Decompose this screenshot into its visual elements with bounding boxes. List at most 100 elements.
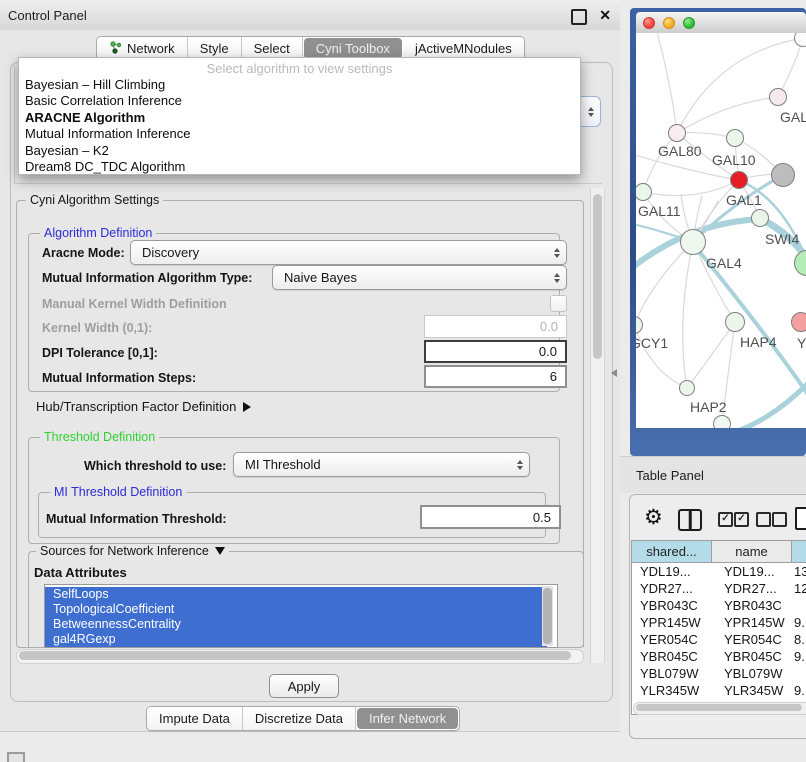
which-threshold-combo[interactable]: MI Threshold	[233, 452, 530, 477]
network-node-gal10[interactable]	[726, 129, 744, 147]
manual-kernel-checkbox[interactable]	[550, 295, 567, 312]
table-cell[interactable]: YBL079W	[632, 665, 712, 682]
table-column-header-shared[interactable]: shared...	[632, 541, 712, 563]
table-cell[interactable]: YBR043C	[632, 597, 712, 614]
network-canvas[interactable]: GALGAL80GAL10GAL1GAL11SWI4GAL4GCY1HAP4YH…	[636, 33, 806, 428]
table-cell[interactable]: YER054C	[632, 631, 712, 648]
attribute-item-betweennesscentrality[interactable]: BetweennessCentrality	[45, 617, 547, 632]
table-cell[interactable]	[792, 597, 806, 614]
table-cell[interactable]: 9.	[792, 614, 806, 631]
settings-horizontal-scrollbar-thumb[interactable]	[19, 651, 571, 660]
table-row[interactable]: YBR045CYBR045C9.	[632, 648, 806, 665]
column-view-icon[interactable]	[678, 509, 702, 531]
sources-section[interactable]: Sources for Network Inference	[36, 544, 229, 558]
table-horizontal-scrollbar[interactable]	[633, 702, 806, 715]
network-node-gal80[interactable]	[668, 124, 686, 142]
mi-steps-input[interactable]: 6	[424, 365, 567, 388]
mi-algorithm-type-combo[interactable]: Naive Bayes	[272, 265, 567, 290]
table-row[interactable]: YBL079WYBL079W	[632, 665, 806, 682]
network-node-unlabeled[interactable]	[771, 163, 795, 187]
network-node-gal[interactable]	[769, 88, 787, 106]
table-cell[interactable]: YBR045C	[712, 648, 792, 665]
attributes-list-scrollbar-thumb[interactable]	[543, 588, 552, 644]
table-cell[interactable]: YBR043C	[712, 597, 792, 614]
dropdown-item-bayesian-k2[interactable]: Bayesian – K2	[25, 143, 109, 159]
table-horizontal-scrollbar-thumb[interactable]	[636, 704, 802, 711]
table-cell[interactable]: 12	[792, 580, 806, 597]
table-row[interactable]: YPR145WYPR145W9.	[632, 614, 806, 631]
float-panel-icon[interactable]	[571, 9, 587, 25]
dropdown-item-basic-correlation-inference[interactable]: Basic Correlation Inference	[25, 93, 182, 109]
table-row[interactable]: YDR27...YDR27...12	[632, 580, 806, 597]
dropdown-item-bayesian-hill-climbing[interactable]: Bayesian – Hill Climbing	[25, 77, 165, 93]
table-cell[interactable]: 13	[792, 563, 806, 580]
table-cell[interactable]: YBR045C	[632, 648, 712, 665]
split-pane-collapse-icon[interactable]	[611, 369, 617, 377]
aracne-mode-combo[interactable]: Discovery	[130, 240, 567, 265]
tab-impute-data[interactable]: Impute Data	[147, 707, 243, 730]
unchecked-checkbox-icon[interactable]	[772, 512, 787, 527]
table-cell[interactable]: 9.	[792, 648, 806, 665]
attribute-item-selfloops[interactable]: SelfLoops	[45, 587, 547, 602]
minimize-traffic-light-icon[interactable]	[663, 17, 675, 29]
table-cell[interactable]	[792, 665, 806, 682]
table-cell[interactable]: YBL079W	[712, 665, 792, 682]
table-column-header-2[interactable]	[792, 541, 806, 563]
checked-checkbox-icon[interactable]: ✓	[718, 512, 733, 527]
network-node-hap4[interactable]	[725, 312, 745, 332]
tab-infer-network[interactable]: Infer Network	[357, 708, 458, 729]
dpi-tolerance-input[interactable]: 0.0	[424, 340, 567, 363]
table-cell[interactable]: YDR27...	[712, 580, 792, 597]
checked-checkbox-icon[interactable]: ✓	[734, 512, 749, 527]
collapsed-arrow-icon[interactable]	[243, 402, 251, 412]
dropdown-item-aracne-algorithm[interactable]: ARACNE Algorithm	[25, 110, 145, 126]
apply-button[interactable]: Apply	[269, 674, 339, 698]
table-row[interactable]: YBR043CYBR043C	[632, 597, 806, 614]
table-cell[interactable]: YPR145W	[712, 614, 792, 631]
mi-threshold-input[interactable]: 0.5	[420, 505, 561, 529]
network-window-titlebar[interactable]	[636, 12, 806, 34]
node-attribute-table[interactable]: shared...nameYDL19...YDL19...13YDR27...Y…	[631, 540, 806, 715]
which-threshold-label: Which threshold to use:	[84, 459, 226, 473]
dropdown-item-dream8-dc-tdc-algorithm[interactable]: Dream8 DC_TDC Algorithm	[25, 159, 185, 175]
gear-icon[interactable]: ⚙	[644, 507, 663, 528]
hub-transcription-factor-section[interactable]: Hub/Transcription Factor Definition	[36, 399, 251, 414]
unchecked-checkbox-icon[interactable]	[756, 512, 771, 527]
table-row[interactable]: YDL19...YDL19...13	[632, 563, 806, 580]
expanded-arrow-icon[interactable]	[215, 547, 225, 555]
tab-discretize-data[interactable]: Discretize Data	[243, 707, 356, 730]
minimized-panel-icon[interactable]	[7, 752, 25, 762]
table-row[interactable]: YER054CYER054C8.	[632, 631, 806, 648]
settings-vertical-scrollbar-thumb[interactable]	[593, 194, 602, 359]
network-node-gal4[interactable]	[680, 229, 706, 255]
settings-horizontal-scrollbar[interactable]	[16, 649, 584, 664]
table-cell[interactable]: YDR27...	[632, 580, 712, 597]
settings-vertical-scrollbar[interactable]	[590, 188, 605, 663]
network-node-y[interactable]	[791, 312, 806, 332]
close-icon[interactable]: ✕	[599, 6, 611, 24]
dropdown-item-mutual-information-inference[interactable]: Mutual Information Inference	[25, 126, 190, 142]
table-cell[interactable]: YLR345W	[712, 682, 792, 699]
table-column-header-name[interactable]: name	[712, 541, 792, 563]
table-cell[interactable]: YDL19...	[712, 563, 792, 580]
kernel-width-input[interactable]: 0.0	[424, 315, 567, 338]
table-cell[interactable]: YPR145W	[632, 614, 712, 631]
network-node-gal1[interactable]	[730, 171, 748, 189]
network-node-unlabeled[interactable]	[713, 415, 731, 428]
attributes-list-scrollbar[interactable]	[542, 586, 553, 646]
document-icon[interactable]	[795, 507, 806, 530]
table-cell[interactable]: 9.	[792, 682, 806, 699]
zoom-traffic-light-icon[interactable]	[683, 17, 695, 29]
network-node-hap2[interactable]	[679, 380, 695, 396]
close-traffic-light-icon[interactable]	[643, 17, 655, 29]
table-cell[interactable]: 8.	[792, 631, 806, 648]
table-row[interactable]: YLR345WYLR345W9.	[632, 682, 806, 699]
attribute-item-topologicalcoefficient[interactable]: TopologicalCoefficient	[45, 602, 547, 617]
table-cell[interactable]: YDL19...	[632, 563, 712, 580]
attribute-item-gal4rgexp[interactable]: gal4RGexp	[45, 632, 547, 647]
network-node-swi4[interactable]	[751, 209, 769, 227]
data-attributes-list[interactable]: SelfLoopsTopologicalCoefficientBetweenne…	[44, 584, 558, 648]
table-cell[interactable]: YLR345W	[632, 682, 712, 699]
table-cell[interactable]: YER054C	[712, 631, 792, 648]
tab-cyni-toolbox[interactable]: Cyni Toolbox	[304, 38, 402, 59]
